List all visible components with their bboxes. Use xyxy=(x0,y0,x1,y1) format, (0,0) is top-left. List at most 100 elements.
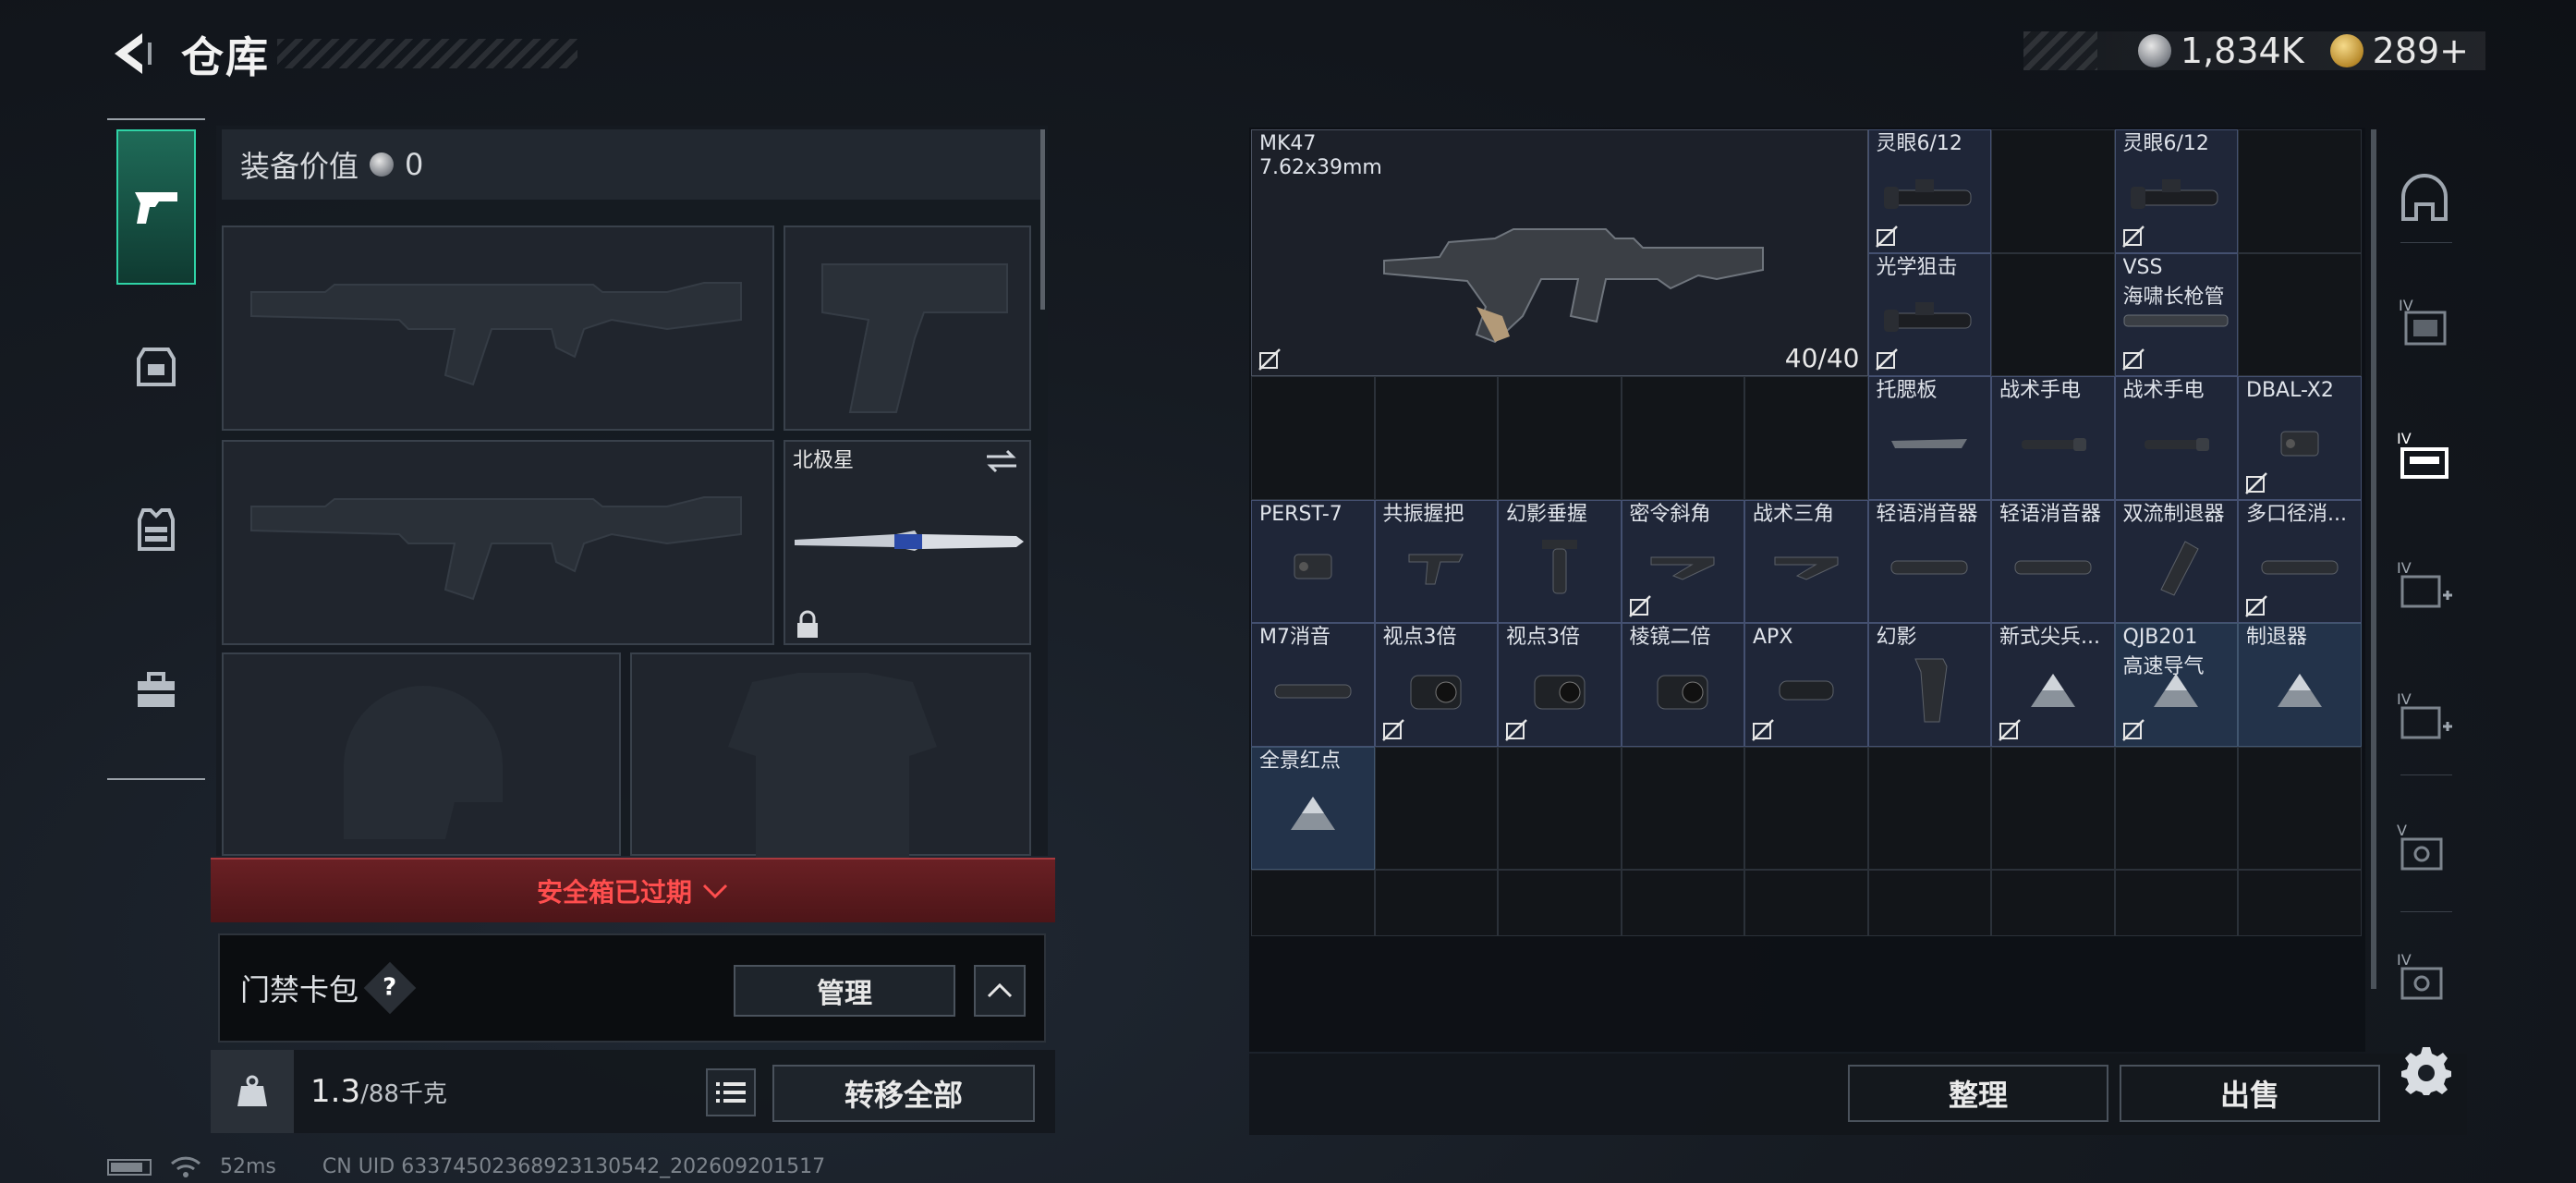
silver-currency[interactable]: 1,834K xyxy=(2137,30,2304,71)
primary-weapon-slot-2[interactable] xyxy=(222,440,774,645)
storage-item[interactable]: 双流制退器 xyxy=(2114,499,2238,623)
chevron-up-icon xyxy=(987,982,1013,998)
swap-icon[interactable] xyxy=(983,447,1020,475)
grid-cell[interactable] xyxy=(1251,376,1375,500)
storage-item[interactable]: 轻语消音器 xyxy=(1867,499,1991,623)
settings-button[interactable] xyxy=(2397,1041,2456,1100)
grid-cell[interactable] xyxy=(1498,376,1622,500)
backpack-icon xyxy=(137,348,176,386)
vest-icon xyxy=(138,508,175,551)
storage-item[interactable]: 灵眼6/12 xyxy=(1867,129,1991,253)
storage-item[interactable]: 战术手电 xyxy=(1991,376,2115,500)
side-tab-weapon-storage[interactable]: IV xyxy=(2395,427,2454,486)
storage-item[interactable]: 光学狙击 xyxy=(1867,252,1991,376)
sort-button[interactable]: 整理 xyxy=(1848,1065,2108,1122)
loadout-scrollbar[interactable] xyxy=(1040,129,1045,310)
side-tab-med-storage-2[interactable]: IV xyxy=(2395,688,2454,747)
grid-cell[interactable] xyxy=(2114,870,2238,936)
collapse-button[interactable] xyxy=(974,965,1026,1017)
list-view-button[interactable] xyxy=(706,1068,756,1116)
equip-value: 0 xyxy=(405,147,424,182)
storage-item[interactable]: DBAL-X2 xyxy=(2238,376,2362,500)
storage-item[interactable]: 托腮板 xyxy=(1867,376,1991,500)
side-tab-ammo-storage-v[interactable]: V xyxy=(2395,819,2454,878)
storage-item[interactable]: 轻语消音器 xyxy=(1991,499,2115,623)
storage-item[interactable]: APX xyxy=(1744,623,1868,747)
storage-item[interactable]: QJB201 高速导气 xyxy=(2114,623,2238,747)
storage-item[interactable]: 幻影垂握 xyxy=(1498,499,1622,623)
storage-scrollbar[interactable] xyxy=(2371,129,2376,989)
currency-bar: 1,834K 289+ xyxy=(2023,30,2485,71)
grid-cell[interactable] xyxy=(1374,376,1498,500)
grid-cell[interactable] xyxy=(1621,376,1744,500)
storage-item[interactable]: 新式尖兵... xyxy=(1991,623,2115,747)
nav-tab-weapons[interactable] xyxy=(116,129,196,285)
side-tab-case[interactable]: IV xyxy=(2395,292,2454,351)
side-tab-helmet-storage[interactable] xyxy=(2395,168,2454,227)
item-name: 共振握把 xyxy=(1382,502,1464,526)
storage-item[interactable]: 全景红点 xyxy=(1251,746,1375,870)
storage-item[interactable]: 视点3倍 xyxy=(1498,623,1622,747)
sell-button[interactable]: 出售 xyxy=(2120,1065,2380,1122)
help-icon[interactable]: ? xyxy=(363,961,417,1015)
manage-button[interactable]: 管理 xyxy=(734,965,955,1017)
grid-cell[interactable] xyxy=(1498,746,1622,870)
grid-cell[interactable] xyxy=(1867,746,1991,870)
storage-item[interactable]: 密令斜角 xyxy=(1621,499,1744,623)
storage-item[interactable]: 共振握把 xyxy=(1374,499,1498,623)
nav-tab-backpack[interactable] xyxy=(129,338,183,392)
grid-cell[interactable] xyxy=(1621,870,1744,936)
grid-cell[interactable] xyxy=(1374,870,1498,936)
storage-item[interactable]: 战术三角 xyxy=(1744,499,1868,623)
storage-item[interactable]: 制退器 xyxy=(2238,623,2362,747)
back-arrow-icon xyxy=(115,33,152,74)
item-name: 棱镜二倍 xyxy=(1629,626,1711,649)
helmet-slot[interactable] xyxy=(222,652,621,856)
suppressor-icon xyxy=(1271,679,1355,705)
weight-max: /88千克 xyxy=(360,1080,447,1108)
grid-cell[interactable] xyxy=(1498,870,1622,936)
grid-cell[interactable] xyxy=(1621,746,1744,870)
transfer-all-button[interactable]: 转移全部 xyxy=(772,1065,1035,1122)
grid-cell[interactable] xyxy=(1867,870,1991,936)
grid-cell[interactable] xyxy=(1744,870,1868,936)
grid-cell[interactable] xyxy=(1744,376,1868,500)
side-tab-med-storage[interactable]: IV xyxy=(2395,556,2454,616)
grid-cell[interactable] xyxy=(1991,870,2115,936)
grid-cell[interactable] xyxy=(2238,870,2362,936)
gear-icon xyxy=(2401,1047,2451,1095)
pistol-slot[interactable] xyxy=(784,226,1031,431)
item-name: M7消音 xyxy=(1259,626,1331,649)
safe-box-expired-bar[interactable]: 安全箱已过期 xyxy=(211,858,1055,922)
grid-cell[interactable] xyxy=(2238,252,2362,376)
storage-item[interactable]: M7消音 xyxy=(1251,623,1375,747)
grid-cell[interactable] xyxy=(1744,746,1868,870)
grid-cell[interactable] xyxy=(1374,746,1498,870)
armor-slot[interactable] xyxy=(630,652,1031,858)
storage-item[interactable]: PERST-7 xyxy=(1251,499,1375,623)
storage-item[interactable]: 幻影 xyxy=(1867,623,1991,747)
no-insurance-icon xyxy=(1258,348,1282,372)
nav-tab-vest[interactable] xyxy=(129,503,183,556)
storage-item[interactable]: MK47 7.62x39mm 40/40 xyxy=(1251,129,1868,376)
gold-currency[interactable]: 289+ xyxy=(2329,30,2469,71)
back-button[interactable] xyxy=(102,26,157,81)
nav-tab-toolbox[interactable] xyxy=(129,664,183,717)
side-tab-ammo-storage-iv[interactable]: IV xyxy=(2395,948,2454,1007)
storage-item[interactable]: 战术手电 xyxy=(2114,376,2238,500)
no-insurance-icon xyxy=(1875,225,1899,249)
storage-item[interactable]: VSS 海啸长枪管 xyxy=(2114,252,2238,376)
primary-weapon-slot-1[interactable] xyxy=(222,226,774,431)
grid-cell[interactable] xyxy=(2238,746,2362,870)
grid-cell[interactable] xyxy=(1991,129,2115,253)
storage-item[interactable]: 棱镜二倍 xyxy=(1621,623,1744,747)
storage-item[interactable]: 灵眼6/12 xyxy=(2114,129,2238,253)
grid-cell[interactable] xyxy=(1251,870,1375,936)
grid-cell[interactable] xyxy=(2238,129,2362,253)
grid-cell[interactable] xyxy=(1991,252,2115,376)
item-name: 灵眼6/12 xyxy=(2122,132,2209,155)
storage-item[interactable]: 多口径消... xyxy=(2238,499,2362,623)
grid-cell[interactable] xyxy=(1991,746,2115,870)
storage-item[interactable]: 视点3倍 xyxy=(1374,623,1498,747)
grid-cell[interactable] xyxy=(2114,746,2238,870)
